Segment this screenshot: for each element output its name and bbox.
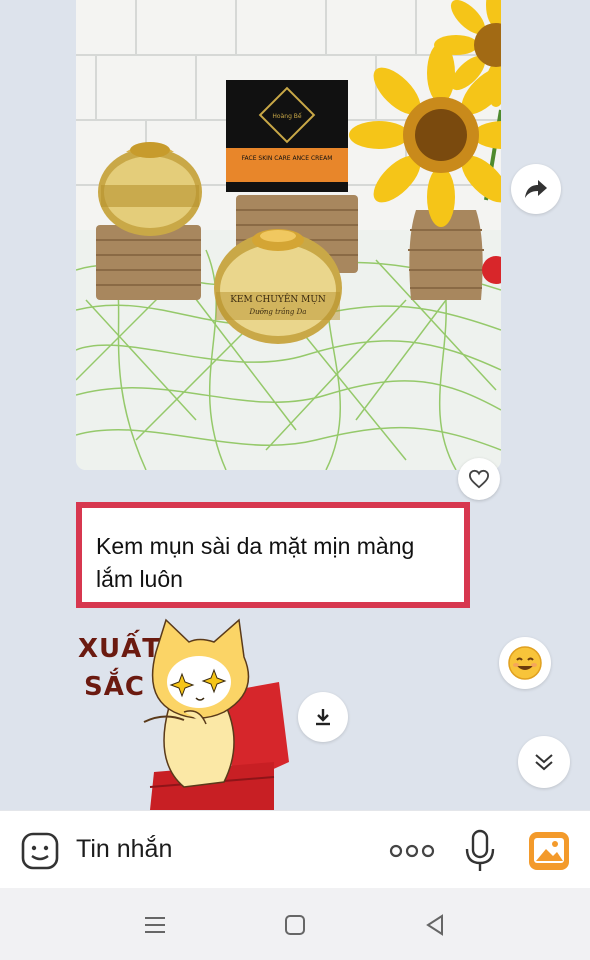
reaction-button[interactable] (499, 637, 551, 689)
share-button[interactable] (511, 164, 561, 214)
cat-sticker-image (143, 618, 289, 810)
product-photo-illustration: Hoàng Bế FACE SKIN CARE ANCE CREAM KEM C… (76, 0, 501, 470)
double-chevron-down-icon (535, 754, 553, 771)
message-text-line2: lắm luôn (96, 566, 183, 592)
smile-emoji-icon (508, 646, 542, 680)
download-icon (316, 709, 330, 726)
share-icon (525, 180, 547, 198)
message-input[interactable]: Tin nhắn (76, 835, 172, 864)
sticker-icon[interactable] (20, 831, 60, 871)
home-icon[interactable] (280, 910, 310, 940)
back-icon[interactable] (420, 910, 450, 940)
highlighted-message: Kem mụn sài da mặt mịn màng lắm luôn (76, 502, 470, 608)
product-photo[interactable]: Hoàng Bế FACE SKIN CARE ANCE CREAM KEM C… (76, 0, 501, 470)
message-bubble[interactable]: Kem mụn sài da mặt mịn màng lắm luôn (90, 516, 456, 594)
image-icon[interactable] (528, 831, 570, 871)
system-navigation-bar (0, 888, 590, 960)
box-label-text: FACE SKIN CARE ANCE CREAM (242, 155, 333, 162)
jar-label-line1: KEM CHUYÊN MỤN (230, 293, 326, 305)
message-input-bar: Tin nhắn (0, 810, 590, 888)
microphone-icon[interactable] (464, 829, 496, 873)
heart-icon (468, 469, 490, 489)
box-brand-text: Hoàng Bế (272, 113, 301, 120)
download-button[interactable] (298, 692, 348, 742)
sticker-message[interactable]: XUẤT SẮC (74, 612, 294, 810)
message-text-line1: Kem mụn sài da mặt mịn màng (96, 533, 415, 559)
chat-area: Hoàng Bế FACE SKIN CARE ANCE CREAM KEM C… (0, 0, 590, 810)
scroll-to-bottom-button[interactable] (518, 736, 570, 788)
jar-label-line2: Dưỡng trắng Da (249, 307, 307, 316)
like-button[interactable] (458, 458, 500, 500)
recent-apps-icon[interactable] (140, 910, 170, 940)
more-dots-icon[interactable] (388, 839, 436, 863)
